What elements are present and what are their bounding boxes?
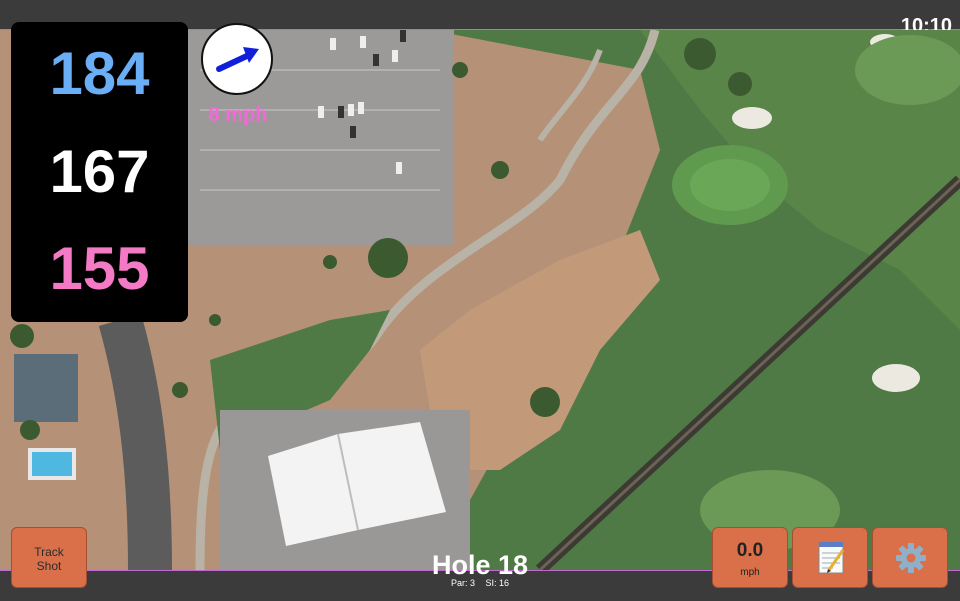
speed-button[interactable]: 0.0 mph [712,527,788,588]
speed-unit: mph [740,567,760,578]
settings-button[interactable] [872,527,948,588]
track-shot-label-line1: Track [34,545,64,559]
notepad-icon [818,542,845,574]
front-distance: 155 [49,235,150,302]
par-label: Par: 3 [450,578,475,588]
hole-info: Par: 3 SI: 16 [380,578,580,588]
notes-button[interactable] [792,527,868,588]
distance-panel: 184 167 155 [11,22,188,322]
gear-icon [896,543,926,573]
track-shot-label-line2: Shot [36,559,62,573]
wind-direction-arrow-icon [216,47,259,72]
back-distance: 184 [49,40,150,107]
hole-title: Hole 18 [431,550,529,580]
stroke-index-label: SI: 16 [485,578,510,588]
wind-speed-label: 8 mph [208,104,268,126]
track-shot-button[interactable]: Track Shot [11,527,87,588]
middle-distance: 167 [49,138,150,205]
wind-indicator [201,23,273,95]
speed-value: 0.0 [736,540,764,561]
